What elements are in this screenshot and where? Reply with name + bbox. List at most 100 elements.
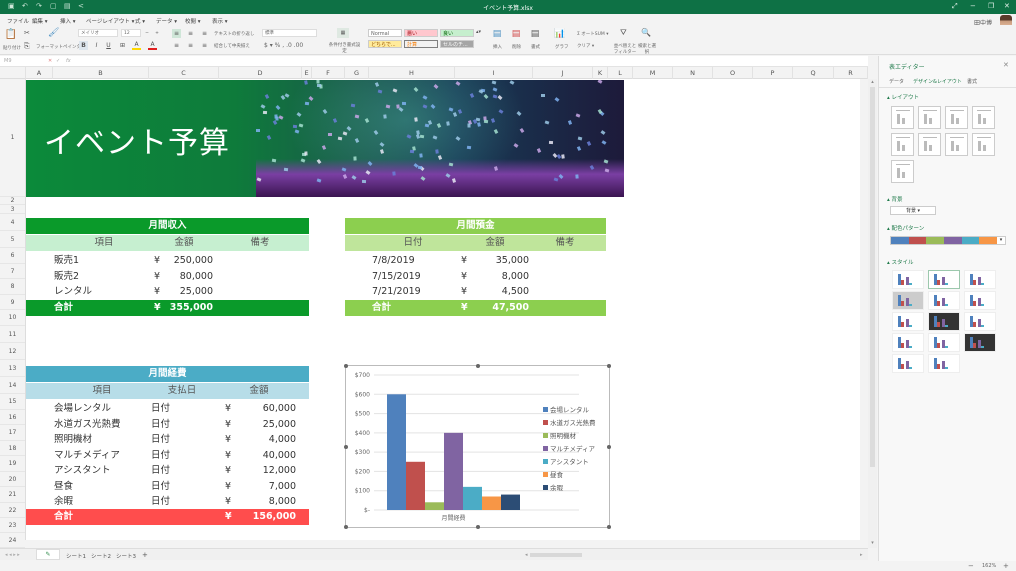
number-format-select[interactable]: 標準 bbox=[262, 29, 317, 37]
column-header[interactable]: H bbox=[369, 67, 455, 79]
format-painter-icon[interactable]: 🖌 bbox=[48, 28, 59, 38]
row-header[interactable]: 9 bbox=[0, 295, 25, 310]
expense-amount[interactable]: 25,000 bbox=[241, 417, 296, 433]
row-header[interactable]: 6 bbox=[0, 248, 25, 264]
chart-style-option[interactable] bbox=[892, 333, 924, 352]
column-header[interactable]: I bbox=[455, 67, 533, 79]
row-header[interactable]: 4 bbox=[0, 214, 25, 231]
chart-style-option[interactable] bbox=[892, 291, 924, 310]
expense-date[interactable]: 日付 bbox=[151, 494, 170, 510]
row-header[interactable]: 19 bbox=[0, 456, 25, 472]
align-left-icon[interactable]: ≡ bbox=[172, 41, 181, 50]
column-header[interactable]: B bbox=[53, 67, 149, 79]
income-header-item[interactable]: 項目 bbox=[74, 235, 134, 251]
expenses-chart[interactable]: $- $100 $200 $300 $400 $500 $600 $700 月間経費 会場レンタル… bbox=[344, 364, 611, 529]
row-header[interactable]: 20 bbox=[0, 472, 25, 487]
income-amount[interactable]: 25,000 bbox=[166, 284, 213, 300]
income-total-label[interactable]: 合計 bbox=[54, 300, 73, 316]
font-select[interactable]: メイリオ bbox=[78, 29, 118, 37]
expense-item[interactable]: マルチメディア bbox=[54, 448, 120, 464]
decrease-font-icon[interactable]: − bbox=[143, 29, 151, 37]
savings-amount[interactable]: 35,000 bbox=[475, 253, 529, 269]
chart-style-option[interactable] bbox=[928, 312, 960, 331]
sort-filter-button[interactable]: 並べ替えとフィルター bbox=[612, 43, 638, 55]
row-header[interactable]: 16 bbox=[0, 410, 25, 425]
section-layout[interactable]: ▴ レイアウト bbox=[887, 93, 919, 101]
tab-data[interactable]: データ bbox=[889, 78, 904, 85]
column-header[interactable]: E bbox=[302, 67, 312, 79]
chart-style-option[interactable] bbox=[892, 270, 924, 289]
savings-header-amount[interactable]: 金額 bbox=[467, 235, 523, 251]
insert-button[interactable]: 挿入 bbox=[493, 44, 502, 50]
expense-amount[interactable]: 8,000 bbox=[241, 494, 296, 510]
resize-handle[interactable] bbox=[344, 445, 348, 449]
format-cells-icon[interactable]: ▤ bbox=[529, 28, 541, 40]
align-center-icon[interactable]: ≡ bbox=[186, 41, 195, 50]
row-header[interactable]: 2 bbox=[0, 197, 25, 205]
name-box[interactable]: M9 bbox=[2, 57, 42, 65]
expense-date[interactable]: 日付 bbox=[151, 432, 170, 448]
sheet-nav-icons[interactable]: ◂ ◂ ▸ ▸ bbox=[5, 552, 20, 558]
italic-button[interactable]: I bbox=[92, 41, 101, 50]
column-header[interactable]: F bbox=[312, 67, 345, 79]
expense-date[interactable]: 日付 bbox=[151, 448, 170, 464]
paste-icon[interactable]: 📋 bbox=[5, 28, 17, 40]
resize-handle[interactable] bbox=[607, 364, 611, 368]
expense-date[interactable]: 日付 bbox=[151, 417, 170, 433]
savings-total-label[interactable]: 合計 bbox=[372, 300, 391, 316]
font-color-icon[interactable]: A bbox=[148, 41, 157, 50]
banner-image[interactable]: イベント予算 bbox=[26, 80, 624, 197]
resize-handle[interactable] bbox=[607, 445, 611, 449]
delete-cells-icon[interactable]: ▤ bbox=[510, 28, 522, 40]
menu-insert[interactable]: 挿入 ▾ bbox=[60, 17, 76, 25]
filter-icon[interactable]: ⛛ bbox=[620, 28, 627, 38]
search-icon[interactable]: 🔍 bbox=[641, 28, 651, 37]
expense-item[interactable]: アシスタント bbox=[54, 463, 111, 479]
wrap-text-button[interactable]: テキストの折り返し bbox=[214, 31, 254, 37]
style-neutral[interactable]: どちらで... bbox=[368, 40, 402, 48]
merge-center-button[interactable]: 結合して中央揃え bbox=[214, 43, 250, 49]
chart-style-option[interactable] bbox=[964, 270, 996, 289]
tab-format[interactable]: 書式 bbox=[967, 78, 977, 85]
resize-handle[interactable] bbox=[476, 525, 480, 529]
column-header[interactable]: N bbox=[673, 67, 713, 79]
hscroll-left-icon[interactable]: ◂ bbox=[525, 552, 528, 558]
expenses-header-date[interactable]: 支払日 bbox=[154, 383, 210, 399]
column-header[interactable]: C bbox=[149, 67, 219, 79]
active-sheet-tab[interactable]: ✎ bbox=[36, 549, 60, 560]
menu-review[interactable]: 校閲 ▾ bbox=[185, 17, 201, 25]
resize-handle[interactable] bbox=[476, 364, 480, 368]
scroll-thumb[interactable] bbox=[870, 87, 875, 467]
column-header[interactable]: D bbox=[219, 67, 302, 79]
section-background[interactable]: ▴ 背景 bbox=[887, 195, 903, 203]
row-header[interactable]: 13 bbox=[0, 360, 25, 377]
panel-close-icon[interactable]: ✕ bbox=[1003, 61, 1009, 69]
row-header[interactable]: 23 bbox=[0, 518, 25, 533]
add-sheet-button[interactable]: + bbox=[142, 551, 148, 559]
row-header[interactable]: 8 bbox=[0, 279, 25, 295]
chart-style-option[interactable] bbox=[928, 333, 960, 352]
layout-option[interactable] bbox=[891, 106, 914, 129]
row-header[interactable]: 14 bbox=[0, 377, 25, 394]
layout-option[interactable] bbox=[972, 106, 995, 129]
expense-amount[interactable]: 7,000 bbox=[241, 479, 296, 495]
income-item[interactable]: 販売1 bbox=[54, 253, 79, 269]
menu-formulas[interactable]: 式 ▾ bbox=[135, 17, 145, 25]
fullscreen-icon[interactable]: ⤢ bbox=[952, 2, 958, 11]
expense-date[interactable]: 日付 bbox=[151, 401, 170, 417]
layout-option[interactable] bbox=[945, 133, 968, 156]
expense-item[interactable]: 余暇 bbox=[54, 494, 73, 510]
align-right-icon[interactable]: ≡ bbox=[200, 41, 209, 50]
income-item[interactable]: レンタル bbox=[54, 284, 92, 300]
row-header[interactable]: 24 bbox=[0, 533, 25, 548]
chart-style-option[interactable] bbox=[892, 312, 924, 331]
fill-color-icon[interactable]: A bbox=[132, 41, 141, 50]
restore-icon[interactable]: ❐ bbox=[988, 2, 994, 10]
expense-date[interactable]: 日付 bbox=[151, 479, 170, 495]
chart-style-option[interactable] bbox=[964, 333, 996, 352]
savings-header-date[interactable]: 日付 bbox=[385, 235, 441, 251]
chart-style-option[interactable] bbox=[928, 270, 960, 289]
zoom-in-button[interactable]: + bbox=[1003, 562, 1009, 570]
resize-handle[interactable] bbox=[607, 525, 611, 529]
insert-cells-icon[interactable]: ▤ bbox=[491, 28, 503, 40]
